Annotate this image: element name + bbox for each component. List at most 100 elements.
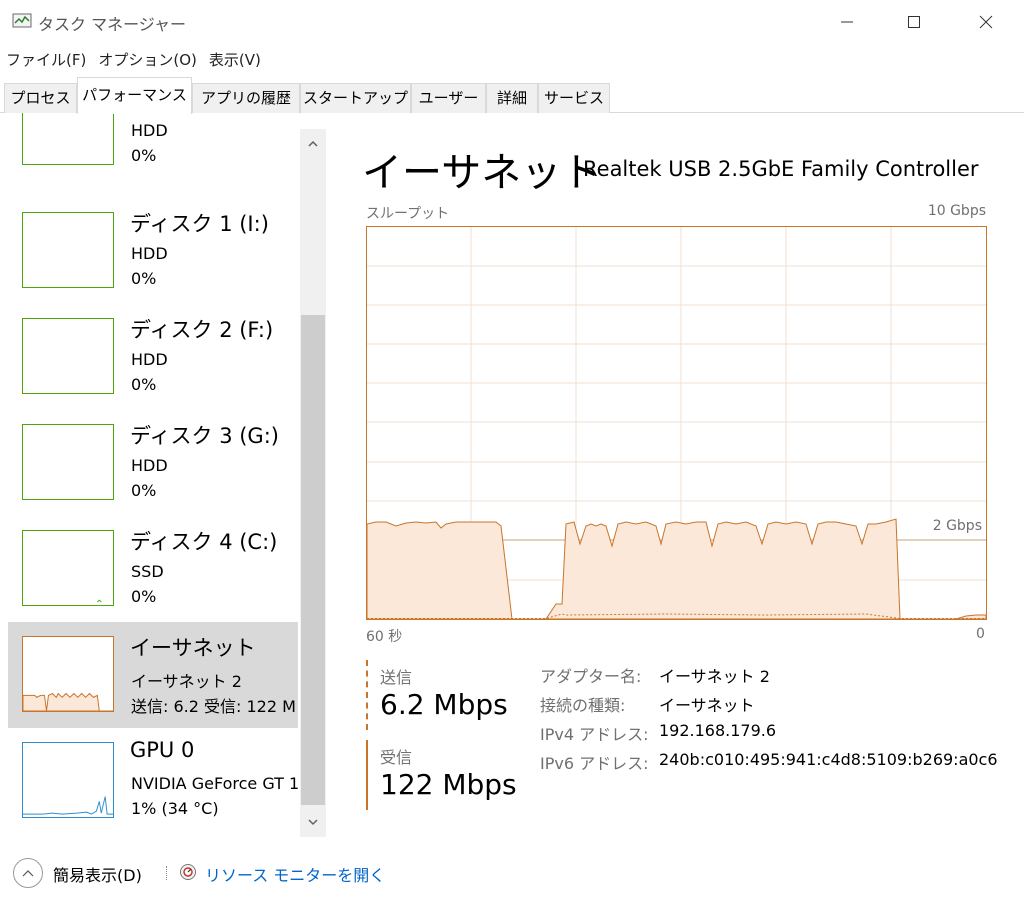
maximize-button[interactable] xyxy=(891,0,937,44)
receive-value: 122 Mbps xyxy=(380,768,517,801)
resource-type: イーサネット 2 xyxy=(131,672,242,691)
resource-name: ディスク 2 (F:) xyxy=(130,318,274,342)
minimize-button[interactable] xyxy=(824,0,870,44)
resource-name: イーサネット xyxy=(130,636,256,660)
detail-key: IPv6 アドレス: xyxy=(540,754,649,773)
detail-ipv6: IPv6 アドレス: 240b:c010:495:941:c4d8:5109:b… xyxy=(540,750,1000,773)
open-resource-monitor-link[interactable]: リソース モニターを開く xyxy=(205,862,385,886)
resource-monitor-icon xyxy=(180,864,196,880)
resource-item-disk-0[interactable]: HDD 0% xyxy=(8,113,298,181)
resource-name: ディスク 3 (G:) xyxy=(130,424,279,448)
graph-label: スループット xyxy=(366,206,450,222)
resource-item-disk-1[interactable]: ディスク 1 (I:) HDD 0% xyxy=(8,198,298,304)
resource-value: 1% (34 °C) xyxy=(131,799,219,818)
resource-value: 0% xyxy=(131,587,157,606)
scroll-down-button[interactable] xyxy=(300,807,326,837)
resource-list-scrollbar[interactable] xyxy=(300,129,326,837)
resource-item-gpu[interactable]: GPU 0 NVIDIA GeForce GT 1 1% (34 °C) xyxy=(8,728,300,834)
menu-file[interactable]: ファイル(F) xyxy=(0,47,92,73)
receive-label: 受信 xyxy=(380,748,413,767)
device-name: Realtek USB 2.5GbE Family Controller xyxy=(583,157,979,181)
resource-name: GPU 0 xyxy=(130,738,195,762)
menu-view[interactable]: 表示(V) xyxy=(203,47,267,73)
tab-startup[interactable]: スタートアップ xyxy=(300,83,411,113)
tab-details[interactable]: 詳細 xyxy=(486,83,538,113)
disk-activity-sparkline xyxy=(97,599,102,603)
tab-app-history[interactable]: アプリの履歴 xyxy=(192,83,300,113)
menu-options[interactable]: オプション(O) xyxy=(92,47,203,73)
minimize-icon xyxy=(841,21,853,23)
detail-key: 接続の種類: xyxy=(540,696,626,715)
graph-max-label: 10 Gbps xyxy=(927,203,986,219)
scale-line-label: 2 Gbps xyxy=(932,518,982,534)
resource-item-disk-3[interactable]: ディスク 3 (G:) HDD 0% xyxy=(8,410,298,516)
receive-area xyxy=(366,518,987,620)
send-value: 6.2 Mbps xyxy=(380,688,508,721)
resource-value: 0% xyxy=(131,481,157,500)
disk-thumbnail xyxy=(22,212,114,288)
detail-key: アダプター名: xyxy=(540,667,642,686)
time-axis-start: 60 秒 xyxy=(366,629,403,645)
scroll-thumb[interactable] xyxy=(301,315,325,805)
send-stat: 送信 6.2 Mbps xyxy=(366,660,526,730)
resource-type: HDD xyxy=(131,350,168,369)
receive-stat: 受信 122 Mbps xyxy=(366,740,526,810)
resource-type: HDD xyxy=(131,121,168,140)
ethernet-activity-sparkline xyxy=(23,692,113,711)
gpu-activity-sparkline xyxy=(23,796,113,815)
detail-value: 192.168.179.6 xyxy=(659,721,777,740)
resource-name: ディスク 1 (I:) xyxy=(130,212,269,236)
scroll-up-button[interactable] xyxy=(300,129,326,159)
throughput-graph: 2 Gbps xyxy=(366,226,987,620)
maximize-icon xyxy=(908,16,920,28)
detail-key: IPv4 アドレス: xyxy=(540,725,649,744)
tab-bar: プロセス パフォーマンス アプリの履歴 スタートアップ ユーザー 詳細 サービス xyxy=(0,77,1024,114)
chevron-down-icon xyxy=(308,819,318,826)
chevron-up-icon xyxy=(308,140,318,147)
resource-type: NVIDIA GeForce GT 1 xyxy=(131,774,300,793)
disk-thumbnail xyxy=(22,318,114,394)
resource-item-disk-2[interactable]: ディスク 2 (F:) HDD 0% xyxy=(8,304,298,410)
resource-name: ディスク 4 (C:) xyxy=(130,530,278,554)
throughput-chart xyxy=(366,226,987,620)
resource-list: HDD 0% ディスク 1 (I:) HDD 0% ディスク 2 (F:) HD… xyxy=(0,113,326,838)
detail-adapter-name: アダプター名: イーサネット 2 xyxy=(540,663,1000,686)
page-title: イーサネット xyxy=(362,150,602,196)
title-bar: タスク マネージャー xyxy=(0,0,1024,44)
send-label: 送信 xyxy=(380,668,413,687)
resource-item-ethernet[interactable]: イーサネット イーサネット 2 送信: 6.2 受信: 122 M xyxy=(8,622,298,728)
detail-ipv4: IPv4 アドレス: 192.168.179.6 xyxy=(540,721,1000,744)
ethernet-thumbnail xyxy=(22,636,114,712)
resource-value: 0% xyxy=(131,146,157,165)
fewer-details-link[interactable]: 簡易表示(D) xyxy=(53,862,142,886)
collapse-button[interactable] xyxy=(13,858,43,888)
resource-value: 0% xyxy=(131,269,157,288)
tab-users[interactable]: ユーザー xyxy=(411,83,486,113)
task-manager-icon xyxy=(12,13,32,28)
close-button[interactable] xyxy=(963,0,1009,44)
resource-type: HDD xyxy=(131,244,168,263)
time-axis-end: 0 xyxy=(976,626,985,642)
resource-type: SSD xyxy=(131,562,164,581)
window-title: タスク マネージャー xyxy=(38,15,186,34)
footer-bar: 簡易表示(D) リソース モニターを開く xyxy=(0,846,1024,910)
tab-services[interactable]: サービス xyxy=(538,83,610,113)
close-icon xyxy=(979,15,993,29)
chevron-up-icon xyxy=(22,870,34,877)
detail-connection-type: 接続の種類: イーサネット xyxy=(540,692,1000,715)
disk-thumbnail xyxy=(22,530,114,606)
resource-item-disk-4[interactable]: ディスク 4 (C:) SSD 0% xyxy=(8,516,298,622)
disk-thumbnail xyxy=(22,424,114,500)
resource-value: 送信: 6.2 受信: 122 M xyxy=(131,697,296,716)
resource-type: HDD xyxy=(131,456,168,475)
disk-thumbnail xyxy=(22,113,114,165)
detail-value: イーサネット 2 xyxy=(659,667,770,686)
resource-value: 0% xyxy=(131,375,157,394)
separator xyxy=(166,866,167,880)
menu-bar: ファイル(F) オプション(O) 表示(V) xyxy=(0,47,267,73)
detail-value: 240b:c010:495:941:c4d8:5109:b269:a0c6 xyxy=(659,750,998,769)
gpu-thumbnail xyxy=(22,742,114,818)
tab-processes[interactable]: プロセス xyxy=(4,83,77,113)
tab-performance[interactable]: パフォーマンス xyxy=(77,77,192,114)
detail-value: イーサネット xyxy=(659,696,755,715)
